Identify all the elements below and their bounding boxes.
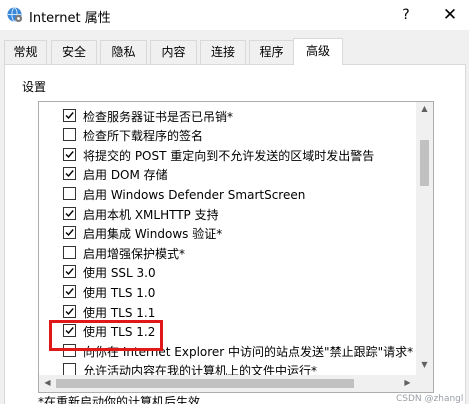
setting-label: 启用集成 Windows 验证* [83,227,223,242]
setting-row[interactable]: 使用 TLS 1.1 [39,302,415,322]
setting-label: 使用 SSL 3.0 [83,266,156,281]
setting-label: 启用增强保护模式* [83,246,186,261]
checkbox-checked[interactable] [63,265,76,279]
checkbox-checked[interactable] [63,304,76,318]
setting-row[interactable]: 检查服务器证书是否已吊销* [39,106,415,126]
setting-label: 检查所下载程序的签名 [83,129,204,144]
setting-row[interactable]: 启用增强保护模式* [39,243,415,263]
scroll-up-icon[interactable]: ▲ [416,104,433,113]
vertical-scrollbar[interactable]: ▲ ▼ [416,102,433,375]
internet-options-icon [7,7,23,23]
checkbox-checked[interactable] [63,284,76,298]
settings-label: 设置 [22,80,47,94]
check-icon [65,307,74,315]
help-button[interactable]: ? [396,5,416,25]
check-icon [65,287,74,295]
checkbox-checked[interactable] [63,226,76,240]
vertical-scroll-thumb[interactable] [420,140,429,186]
checkbox-checked[interactable] [63,147,76,161]
check-icon [65,229,74,237]
tls12-highlight-box [49,320,163,351]
setting-row[interactable]: 检查所下载程序的签名 [39,125,415,145]
setting-label: 使用 TLS 1.1 [83,305,156,320]
check-icon [65,268,74,276]
checkbox-checked[interactable] [63,206,76,220]
setting-label: 使用 TLS 1.0 [83,285,156,300]
checkbox-unchecked[interactable] [63,186,76,200]
horizontal-scrollbar[interactable]: ◀ ▶ [39,375,433,392]
scroll-down-icon[interactable]: ▼ [416,360,433,369]
restart-footnote: *在重新启动你的计算机后生效 [38,395,201,404]
checkbox-unchecked[interactable] [63,128,76,142]
close-button[interactable]: ✕ [437,3,463,27]
setting-label: 检查服务器证书是否已吊销* [83,109,234,124]
setting-row[interactable]: 使用 SSL 3.0 [39,262,415,282]
setting-row[interactable]: 启用 DOM 存储 [39,164,415,184]
tab-programs[interactable]: 程序 [249,40,294,64]
checkbox-checked[interactable] [63,108,76,122]
scroll-left-icon[interactable]: ◀ [39,378,56,387]
checkbox-checked[interactable] [63,167,76,181]
tab-general[interactable]: 常规 [4,40,47,64]
setting-label: 启用本机 XMLHTTP 支持 [83,207,219,222]
setting-row[interactable]: 将提交的 POST 重定向到不允许发送的区域时发出警告 [39,145,415,165]
check-icon [65,209,74,217]
setting-row[interactable]: 启用本机 XMLHTTP 支持 [39,204,415,224]
check-icon [65,150,74,158]
check-icon [65,170,74,178]
watermark: CSDN @zhangl [396,394,464,404]
setting-label: 启用 Windows Defender SmartScreen [83,187,306,202]
scrollbar-corner [416,375,433,392]
tab-security[interactable]: 安全 [51,40,97,64]
setting-label: 将提交的 POST 重定向到不允许发送的区域时发出警告 [83,148,375,163]
tab-connections[interactable]: 连接 [200,40,246,64]
checkbox-unchecked[interactable] [63,245,76,259]
setting-row[interactable]: 启用集成 Windows 验证* [39,223,415,243]
setting-label: 启用 DOM 存储 [83,168,168,183]
scroll-right-icon[interactable]: ▶ [399,378,416,387]
window-title: Internet 属性 [29,11,111,26]
tab-content[interactable]: 内容 [150,40,197,64]
tab-advanced[interactable]: 高级 [293,38,343,65]
tab-privacy[interactable]: 隐私 [100,40,147,64]
setting-row[interactable]: 启用 Windows Defender SmartScreen [39,184,415,204]
setting-row[interactable]: 使用 TLS 1.0 [39,282,415,302]
check-icon [65,111,74,119]
title-bar: Internet 属性 ? ✕ [0,0,469,30]
horizontal-scroll-thumb[interactable] [56,379,354,388]
